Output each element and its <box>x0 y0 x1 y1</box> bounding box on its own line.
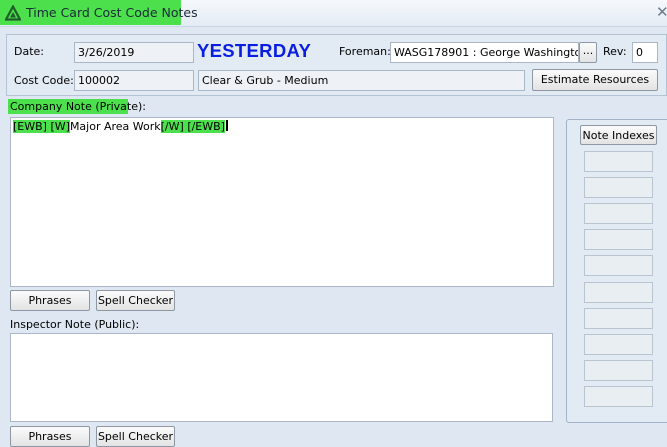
note-body-text: Major Area Work <box>69 120 161 133</box>
foreman-lookup-button[interactable]: ... <box>579 42 597 63</box>
day-label: YESTERDAY <box>197 40 312 61</box>
note-tag: [EWB] <box>13 120 47 133</box>
inspector-note-label: Inspector Note (Public): <box>10 318 140 331</box>
note-tag: [/W] <box>160 120 184 133</box>
company-phrases-button[interactable]: Phrases <box>10 290 90 311</box>
estimate-resources-button[interactable]: Estimate Resources <box>532 69 658 91</box>
triangle-logo-icon <box>5 5 21 21</box>
note-index-slot[interactable] <box>584 229 653 251</box>
foreman-label: Foreman: <box>339 45 391 58</box>
rev-label: Rev: <box>603 45 627 58</box>
company-note-label: Company Note (Private): <box>10 100 147 113</box>
note-index-slot[interactable] <box>584 203 653 225</box>
window-title: Time Card Cost Code Notes <box>26 5 198 20</box>
note-indexes-button[interactable]: Note Indexes <box>580 125 657 145</box>
note-index-slot[interactable] <box>584 359 653 381</box>
company-note-text: [EWB] [W]Major Area Work[/W] [/EWB] <box>13 120 228 133</box>
note-index-slot[interactable] <box>584 307 653 329</box>
cost-code-label: Cost Code: <box>14 74 74 87</box>
rev-field[interactable]: 0 <box>632 42 658 63</box>
text-cursor <box>225 120 228 131</box>
note-tag: [/EWB] <box>187 120 225 133</box>
company-note-textarea[interactable] <box>10 117 554 287</box>
cost-code-description: Clear & Grub - Medium <box>198 70 525 91</box>
close-icon[interactable]: ✕ <box>656 3 667 21</box>
note-index-slot[interactable] <box>584 151 653 172</box>
foreman-field[interactable]: WASG178901 : George Washington <box>390 42 579 63</box>
note-index-slot[interactable] <box>584 281 653 303</box>
note-index-slot[interactable] <box>584 333 653 355</box>
company-spell-checker-button[interactable]: Spell Checker <box>96 290 175 311</box>
date-label: Date: <box>14 45 44 58</box>
note-index-slot[interactable] <box>584 385 653 407</box>
note-index-slot[interactable] <box>584 255 653 277</box>
inspector-note-textarea[interactable] <box>10 333 553 422</box>
cost-code-field[interactable]: 100002 <box>74 70 194 91</box>
date-field[interactable]: 3/26/2019 <box>74 42 194 63</box>
note-tag: [W] <box>50 120 70 133</box>
note-index-slot[interactable] <box>584 177 653 199</box>
